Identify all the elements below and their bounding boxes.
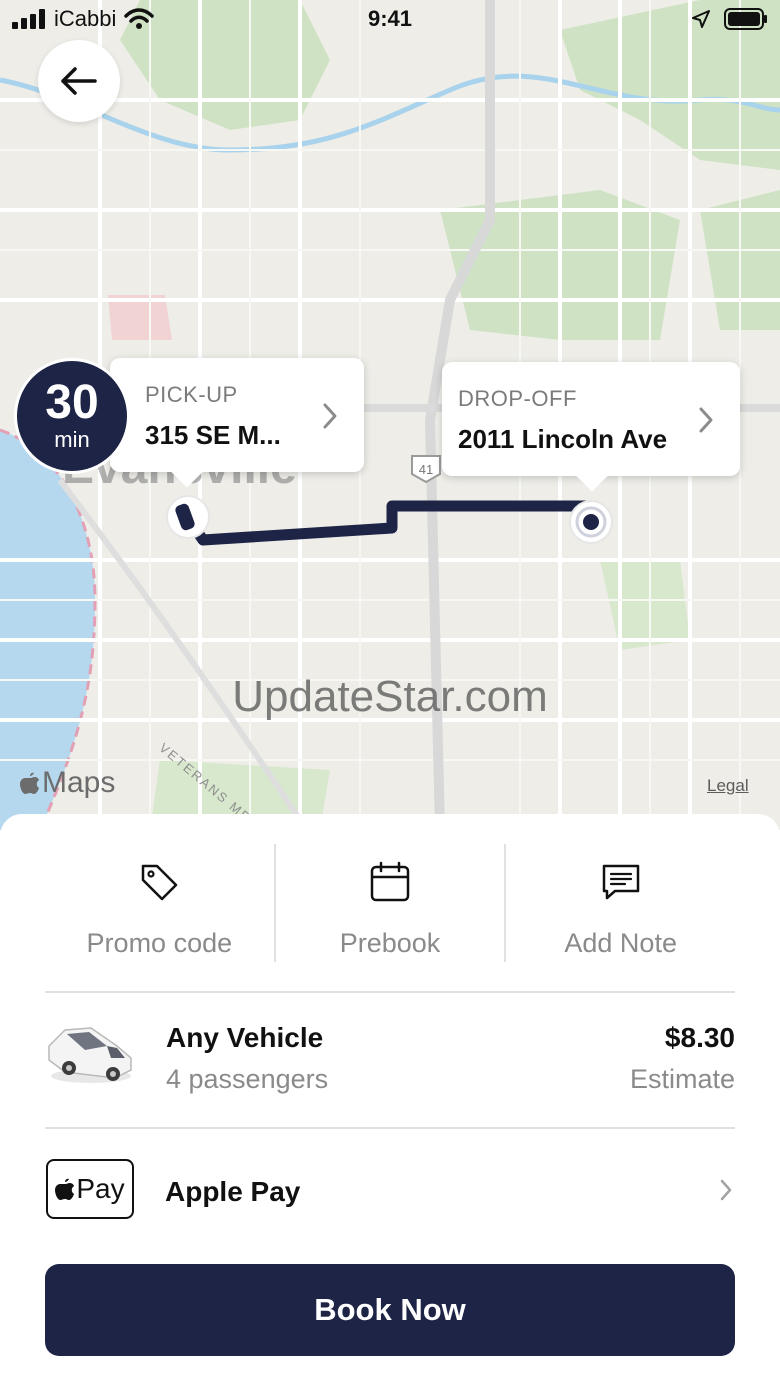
divider [45,1127,735,1129]
route-line [180,500,596,546]
note-icon [602,864,639,900]
payment-method-row[interactable]: Pay Apple Pay [45,1152,735,1232]
book-now-button[interactable]: Book Now [45,1264,735,1356]
apple-logo-icon [55,1178,75,1200]
dropoff-label: DROP-OFF [458,386,577,411]
divider [45,991,735,993]
pickup-callout[interactable]: PICK-UP 315 SE M... [110,358,364,488]
status-right [692,8,768,30]
tag-icon [142,864,178,901]
back-arrow-icon [61,67,97,95]
apple-logo-icon [20,772,39,794]
apple-maps-attribution: Maps [20,766,115,800]
vehicle-name: Any Vehicle [166,1022,324,1053]
chevron-right-icon [720,1179,732,1201]
battery-icon [724,8,767,30]
action-row: Promo code Prebook Add Note [45,844,735,962]
vehicle-option[interactable]: Any Vehicle 4 passengers $8.30 Estimate [45,1008,735,1128]
eta-unit: min [54,427,90,452]
status-bar: iCabbi 9:41 [0,0,780,40]
watermark: UpdateStar.com [232,672,548,721]
pickup-address: 315 SE M... [145,420,281,450]
car-image [48,1027,132,1083]
status-time: 9:41 [367,6,413,31]
maps-attribution-text: Maps [42,766,116,799]
fare-estimate-label: Estimate [629,1064,735,1094]
apple-pay-badge-text: Pay [76,1173,125,1204]
eta-value: 30 [45,376,99,429]
eta-badge: 30 min [14,358,130,474]
legal-link[interactable]: Legal [707,776,749,796]
promo-code-label: Promo code [86,928,233,958]
booking-sheet: Promo code Prebook Add Note Any Vehicle … [0,814,780,1387]
promo-code-button[interactable]: Promo code [45,844,274,962]
payment-method-name: Apple Pay [165,1176,301,1207]
calendar-icon [370,861,410,902]
back-button[interactable] [38,40,120,122]
vehicle-capacity: 4 passengers [166,1064,329,1094]
prebook-button[interactable]: Prebook [276,844,505,962]
dropoff-address: 2011 Lincoln Ave [458,424,668,454]
add-note-label: Add Note [564,928,677,958]
highway-shield-number: 41 [419,462,433,477]
map-view[interactable]: 41 Evansville VETERANS MEMORIAL UpdateSt… [0,0,780,830]
add-note-button[interactable]: Add Note [506,844,735,962]
chevron-right-icon [699,407,713,433]
dropoff-callout[interactable]: DROP-OFF 2011 Lincoln Ave [442,362,740,492]
chevron-right-icon [323,403,337,429]
fare-price: $8.30 [664,1022,735,1053]
location-arrow-icon [692,10,710,28]
pickup-label: PICK-UP [145,382,238,407]
prebook-label: Prebook [339,928,441,958]
apple-pay-badge: Pay [46,1159,134,1219]
